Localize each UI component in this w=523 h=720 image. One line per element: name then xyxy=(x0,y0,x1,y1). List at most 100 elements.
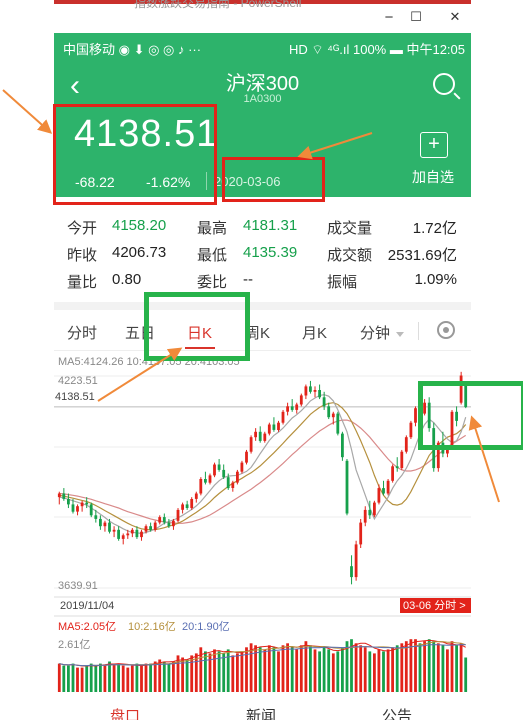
candle-body xyxy=(130,529,134,534)
candle xyxy=(295,402,299,414)
candle-body xyxy=(172,520,175,527)
volume-ma-line xyxy=(59,639,466,667)
volume-ma-line xyxy=(59,644,466,667)
volume-bar xyxy=(281,645,285,692)
candle-body xyxy=(455,411,458,421)
candle-body xyxy=(108,522,111,532)
candle xyxy=(62,488,66,501)
candle-body xyxy=(391,466,394,481)
candle-body xyxy=(436,442,440,469)
bottom-tab-orderbook[interactable]: 盘口 xyxy=(110,705,140,720)
candle-body xyxy=(363,509,367,523)
tab-minute-label: 分钟 xyxy=(360,325,391,342)
candle-body xyxy=(121,535,125,539)
stat-value: 4181.31 xyxy=(243,217,298,234)
stat-label: 最高 xyxy=(197,220,228,237)
candle xyxy=(176,508,180,523)
stat-label: 成交额 xyxy=(327,247,373,264)
volume-bar xyxy=(117,663,120,692)
candle-body xyxy=(62,493,66,499)
candle-body xyxy=(176,509,180,521)
candle xyxy=(432,422,436,472)
candle xyxy=(395,457,399,472)
bottom-tabs: 盘口 新闻 公告 xyxy=(54,705,471,720)
candle xyxy=(318,384,321,400)
candle xyxy=(327,402,331,420)
candle-body xyxy=(222,469,226,478)
price-change: -68.22 xyxy=(75,174,115,190)
candle-body xyxy=(441,442,445,454)
volume-bar xyxy=(290,647,294,692)
tab-monthly-k[interactable]: 月K xyxy=(302,322,327,343)
volume-bar xyxy=(441,645,445,692)
candle-body xyxy=(85,502,89,505)
candle-body xyxy=(76,506,79,512)
tab-intraday[interactable]: 分时 xyxy=(67,322,97,343)
volume-bar xyxy=(295,649,299,692)
gear-icon[interactable] xyxy=(437,321,455,339)
candle xyxy=(76,504,79,516)
stat-value: -- xyxy=(243,271,253,288)
add-watchlist-button[interactable]: 加自选 xyxy=(412,167,454,187)
close-button[interactable]: ✕ xyxy=(445,9,465,25)
volume-bar xyxy=(309,645,312,692)
volume-bar xyxy=(99,663,102,692)
candle-body xyxy=(258,431,262,441)
end-badge[interactable]: 03-06 分时 > xyxy=(403,599,466,612)
volume-bar xyxy=(373,653,376,692)
candle-body xyxy=(395,466,399,469)
candle xyxy=(194,491,198,503)
tab-weekly-k[interactable]: 周K xyxy=(245,322,270,343)
candle-body xyxy=(99,518,102,527)
candle-body xyxy=(322,397,326,407)
candle xyxy=(272,417,276,432)
candle xyxy=(222,464,226,479)
candle-body xyxy=(254,431,257,438)
plus-icon[interactable]: + xyxy=(420,132,448,158)
volume-bar xyxy=(377,649,381,692)
candle-body xyxy=(386,480,390,494)
candle xyxy=(455,406,458,427)
tab-five-day[interactable]: 五日 xyxy=(125,322,155,343)
status-bar: 中国移动 ◉ ⬇ ◎ ◎ ♪ ··· HD ⌔ ⁴ᴳ.ıl 100% ▬ 中午1… xyxy=(54,33,471,61)
kline-svg[interactable]: MA5:4124.26 10:4137.05 20:4103.05 4223.5… xyxy=(54,351,471,720)
candle-body xyxy=(286,406,289,412)
quote-header: 中国移动 ◉ ⬇ ◎ ◎ ♪ ··· HD ⌔ ⁴ᴳ.ıl 100% ▬ 中午1… xyxy=(54,33,471,197)
kline-chart[interactable]: MA5:4124.26 10:4137.05 20:4103.05 4223.5… xyxy=(54,351,471,720)
search-icon[interactable] xyxy=(433,73,455,95)
volume-bar xyxy=(153,661,157,692)
stat-value: 1.72亿 xyxy=(412,220,457,237)
bottom-tab-announcements[interactable]: 公告 xyxy=(382,705,412,720)
active-tab-indicator xyxy=(185,347,215,349)
candle xyxy=(363,506,367,527)
maximize-button[interactable]: ☐ xyxy=(406,9,426,25)
candle xyxy=(112,526,116,538)
candle xyxy=(464,382,468,409)
candle xyxy=(459,371,463,405)
candle-body xyxy=(446,448,449,454)
candle xyxy=(336,411,340,436)
volume-bar xyxy=(258,647,262,692)
tab-daily-k[interactable]: 日K xyxy=(187,322,212,343)
volume-bar xyxy=(80,667,84,692)
candle xyxy=(414,406,417,427)
arrow-to-price xyxy=(2,89,53,134)
volume-bar xyxy=(240,651,244,692)
page-title: 沪深300 xyxy=(225,73,300,95)
candle-body xyxy=(414,408,417,423)
minimize-button[interactable]: − xyxy=(379,9,399,26)
volume-bar xyxy=(185,659,189,692)
vol-ma20-legend: 20:1.90亿 xyxy=(182,620,230,633)
tab-minute[interactable]: 分钟 xyxy=(360,322,405,343)
candle xyxy=(80,500,84,512)
volume-bar xyxy=(359,645,363,692)
candle-body xyxy=(67,499,70,505)
candle-body xyxy=(309,386,312,392)
candle xyxy=(130,528,134,538)
candle-body xyxy=(341,433,344,458)
candle xyxy=(89,502,93,518)
candle-body xyxy=(199,479,203,494)
bottom-tab-news[interactable]: 新闻 xyxy=(246,705,276,720)
volume-bar xyxy=(217,651,221,692)
volume-bar xyxy=(67,665,70,692)
